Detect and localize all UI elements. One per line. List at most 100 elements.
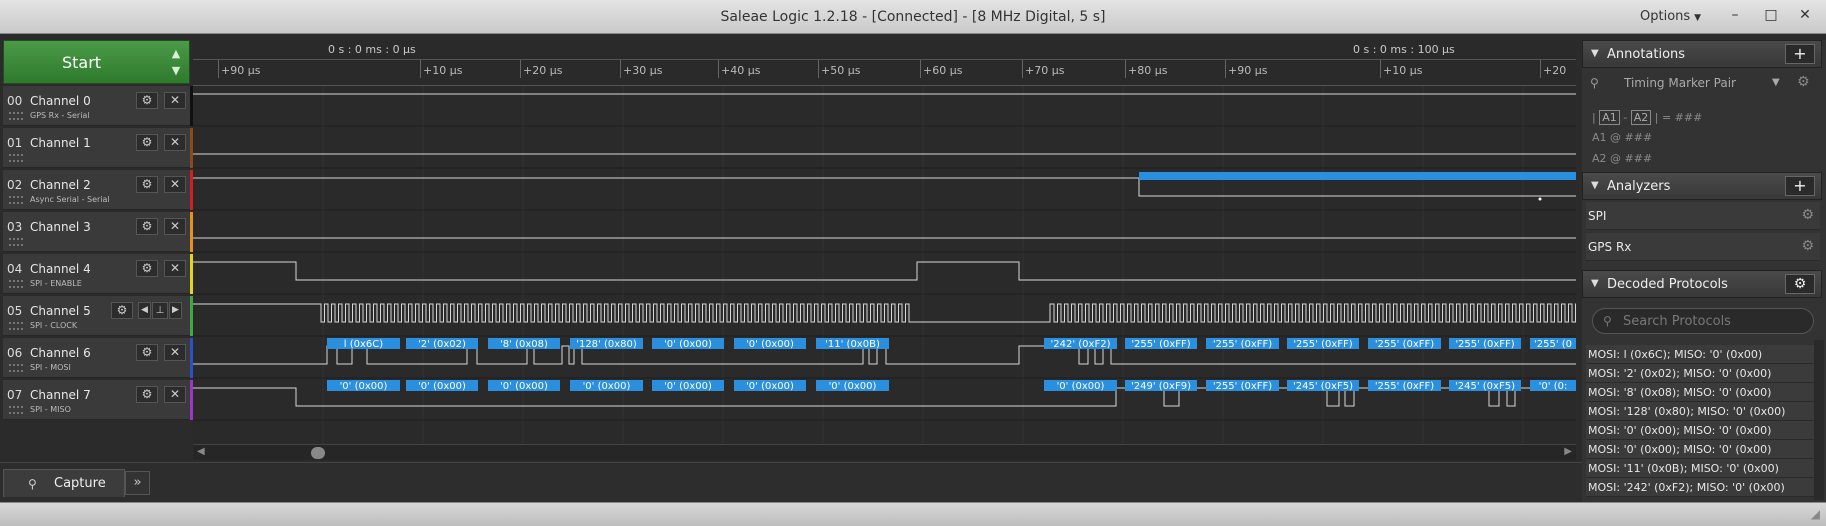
mosi-frame[interactable]: '255' (0: [1530, 338, 1576, 350]
chevron-down-icon[interactable]: ▼: [1772, 77, 1780, 88]
trigger-edge-icon[interactable]: ⊥: [152, 302, 168, 319]
channel-row[interactable]: 04 Channel 4 SPI - ENABLE ⚙ ✕: [3, 254, 190, 294]
scroll-thumb[interactable]: [311, 447, 325, 459]
miso-frame[interactable]: '245' (0xF5): [1449, 380, 1521, 392]
channel-row[interactable]: 06 Channel 6 SPI - MOSI ⚙ ✕: [3, 338, 190, 378]
drag-handle-icon[interactable]: [9, 406, 23, 414]
miso-frame[interactable]: '255' (0xFF): [1206, 380, 1279, 392]
channel-name[interactable]: Channel 1: [30, 136, 91, 150]
decoded-item[interactable]: MOSI: '0' (0x00); MISO: '0' (0x00): [1586, 421, 1814, 440]
search-protocols-input[interactable]: ⚲ Search Protocols: [1592, 308, 1814, 334]
mosi-frame[interactable]: '0' (0x00): [652, 338, 724, 350]
miso-frame[interactable]: '249' (0xF9): [1125, 380, 1197, 392]
miso-frame[interactable]: '0' (0x00): [406, 380, 478, 392]
drag-handle-icon[interactable]: [9, 322, 23, 330]
gear-icon[interactable]: ⚙: [1801, 207, 1814, 223]
drag-handle-icon[interactable]: [9, 154, 23, 162]
mosi-frame[interactable]: '242' (0xF2): [1044, 338, 1117, 350]
gear-icon[interactable]: ⚙: [136, 260, 158, 277]
scroll-left-icon[interactable]: ◀: [197, 446, 205, 457]
scroll-right-icon[interactable]: ▶: [1564, 446, 1572, 457]
miso-frame[interactable]: '245' (0xF5): [1287, 380, 1359, 392]
down-arrow-icon[interactable]: ▼: [164, 62, 188, 79]
timing-marker-label[interactable]: Timing Marker Pair: [1624, 76, 1736, 90]
options-label[interactable]: Options: [1640, 9, 1690, 24]
start-label[interactable]: Start: [4, 53, 159, 72]
a1-marker-button[interactable]: A1: [1599, 110, 1620, 125]
timing-marker-row[interactable]: ⚲ Timing Marker Pair ▼: [1590, 74, 1790, 96]
miso-frame[interactable]: '0' (0x00): [327, 380, 400, 392]
close-icon[interactable]: ✕: [164, 386, 186, 403]
gear-icon[interactable]: ⚙: [136, 134, 158, 151]
close-icon[interactable]: ✕: [164, 134, 186, 151]
decoded-item[interactable]: MOSI: l (0x6C); MISO: '0' (0x00): [1586, 345, 1814, 364]
miso-frame[interactable]: '0' (0x00): [816, 380, 889, 392]
gear-icon[interactable]: ⚙: [136, 218, 158, 235]
search-placeholder[interactable]: Search Protocols: [1623, 314, 1731, 329]
mosi-frame[interactable]: '255' (0xFF): [1287, 338, 1359, 350]
analyzer-label[interactable]: GPS Rx: [1588, 240, 1631, 254]
channel-row[interactable]: 03 Channel 3 ⚙ ✕: [3, 212, 190, 252]
miso-frame[interactable]: '0' (0x00): [652, 380, 724, 392]
channel-row[interactable]: 02 Channel 2 Async Serial - Serial ⚙ ✕: [3, 170, 190, 210]
close-icon[interactable]: ✕: [164, 344, 186, 361]
resize-grip-icon[interactable]: ◢: [1811, 507, 1820, 521]
mosi-frame[interactable]: '0' (0x00): [734, 338, 806, 350]
gear-icon[interactable]: ⚙: [1801, 238, 1814, 254]
collapse-triangle-icon[interactable]: ▼: [1591, 48, 1599, 59]
miso-frame[interactable]: '255' (0xFF): [1368, 380, 1441, 392]
waveform-area[interactable]: l (0x6C) '2' (0x02) '8' (0x08) '128' (0x80)…: [193, 86, 1576, 444]
minimize-button[interactable]: –: [1724, 5, 1746, 25]
trigger-next-icon[interactable]: ▶: [169, 302, 182, 319]
miso-frame[interactable]: '0' (0x00): [734, 380, 806, 392]
a2-marker-button[interactable]: A2: [1630, 110, 1652, 125]
channel-name[interactable]: Channel 4: [30, 262, 91, 276]
close-icon[interactable]: ✕: [164, 218, 186, 235]
analyzer-item[interactable]: GPS Rx ⚙: [1586, 233, 1820, 261]
time-ruler[interactable]: 0 s : 0 ms : 0 μs 0 s : 0 ms : 100 μs +9…: [193, 40, 1576, 86]
close-button[interactable]: ✕: [1794, 5, 1816, 25]
gear-icon[interactable]: ⚙: [111, 302, 133, 319]
close-icon[interactable]: ✕: [164, 92, 186, 109]
channel-name[interactable]: Channel 7: [30, 388, 91, 402]
mosi-frame[interactable]: '8' (0x08): [488, 338, 560, 350]
channel-name[interactable]: Channel 6: [30, 346, 91, 360]
decoded-scrollbar[interactable]: [1814, 340, 1824, 500]
drag-handle-icon[interactable]: [9, 364, 23, 372]
decoded-item[interactable]: MOSI: '2' (0x02); MISO: '0' (0x00): [1586, 364, 1814, 383]
channel-name[interactable]: Channel 3: [30, 220, 91, 234]
decoded-item[interactable]: MOSI: '8' (0x08); MISO: '0' (0x00): [1586, 383, 1814, 402]
start-button[interactable]: Start ▲ ▼: [3, 40, 190, 84]
horizontal-scrollbar[interactable]: ◀ ▶: [193, 444, 1576, 460]
channel-name[interactable]: Channel 5: [30, 304, 91, 318]
channel-row[interactable]: 05 Channel 5 SPI - CLOCK ⚙ ◀ ⊥ ▶: [3, 296, 190, 336]
analyzer-item[interactable]: SPI ⚙: [1586, 202, 1820, 230]
trigger-prev-icon[interactable]: ◀: [138, 302, 151, 319]
drag-handle-icon[interactable]: [9, 238, 23, 246]
channel-name[interactable]: Channel 0: [30, 94, 91, 108]
channel-name[interactable]: Channel 2: [30, 178, 91, 192]
collapse-triangle-icon[interactable]: ▼: [1591, 180, 1599, 191]
add-analyzer-button[interactable]: +: [1785, 176, 1815, 196]
miso-frame[interactable]: '0' (0x00): [1044, 380, 1117, 392]
mosi-frame[interactable]: '255' (0xFF): [1125, 338, 1197, 350]
mosi-frame[interactable]: '128' (0x80): [570, 338, 643, 350]
mosi-frame[interactable]: '11' (0x0B): [816, 338, 889, 350]
channel-row[interactable]: 00 Channel 0 GPS Rx - Serial ⚙ ✕: [3, 86, 190, 126]
gear-icon[interactable]: ⚙: [1785, 274, 1815, 294]
gear-icon[interactable]: ⚙: [136, 344, 158, 361]
gear-icon[interactable]: ⚙: [136, 92, 158, 109]
maximize-button[interactable]: □: [1760, 5, 1782, 25]
drag-handle-icon[interactable]: [9, 280, 23, 288]
mosi-frame[interactable]: '255' (0xFF): [1449, 338, 1521, 350]
channel-row[interactable]: 07 Channel 7 SPI - MISO ⚙ ✕: [3, 380, 190, 420]
channel-row[interactable]: 01 Channel 1 ⚙ ✕: [3, 128, 190, 168]
options-menu[interactable]: Options ▼: [1640, 9, 1701, 24]
drag-handle-icon[interactable]: [9, 196, 23, 204]
decoded-item[interactable]: MOSI: '0' (0x00); MISO: '0' (0x00): [1586, 440, 1814, 459]
capture-tab[interactable]: ⚲ Capture: [3, 469, 125, 497]
start-options-arrows[interactable]: ▲ ▼: [164, 45, 188, 79]
close-icon[interactable]: ✕: [164, 176, 186, 193]
up-arrow-icon[interactable]: ▲: [164, 45, 188, 62]
decoded-item[interactable]: MOSI: '11' (0x0B); MISO: '0' (0x00): [1586, 459, 1814, 478]
